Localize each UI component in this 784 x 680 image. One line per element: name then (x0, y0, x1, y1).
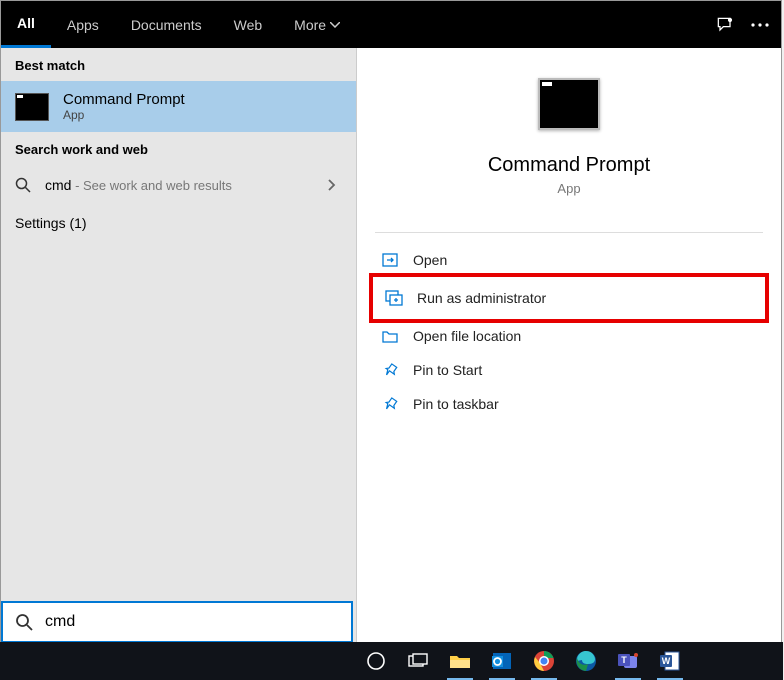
tab-all[interactable]: All (1, 1, 51, 48)
edge-icon[interactable] (565, 642, 607, 680)
search-web-header: Search work and web (1, 132, 356, 165)
open-icon (381, 251, 399, 269)
preview-panel: Command Prompt App Open Run as administr… (357, 48, 781, 677)
admin-icon (385, 289, 403, 307)
chevron-down-icon (330, 22, 340, 28)
action-open-location[interactable]: Open file location (375, 319, 763, 353)
feedback-icon[interactable] (715, 15, 735, 35)
search-input[interactable] (45, 613, 339, 631)
command-prompt-icon (15, 93, 49, 121)
tab-web[interactable]: Web (218, 1, 279, 48)
task-view-icon[interactable] (397, 642, 439, 680)
app-name: Command Prompt (488, 154, 650, 177)
tab-more[interactable]: More (278, 1, 356, 48)
action-pin-taskbar[interactable]: Pin to taskbar (375, 387, 763, 421)
action-open[interactable]: Open (375, 243, 763, 277)
app-type: App (557, 181, 580, 196)
chevron-right-icon (328, 179, 336, 191)
chrome-icon[interactable] (523, 642, 565, 680)
result-subtitle: App (63, 108, 185, 122)
web-hint: - See work and web results (71, 178, 231, 193)
teams-icon[interactable]: T (607, 642, 649, 680)
actions-list: Open Run as administrator Open file loca… (375, 232, 763, 421)
results-panel: Best match Command Prompt App Search wor… (1, 48, 357, 677)
action-run-admin-label: Run as administrator (417, 290, 546, 306)
search-icon (15, 177, 33, 193)
tab-documents[interactable]: Documents (115, 1, 218, 48)
action-run-as-admin[interactable]: Run as administrator (379, 281, 759, 315)
action-open-label: Open (413, 252, 447, 268)
tab-apps[interactable]: Apps (51, 1, 115, 48)
app-icon-large (538, 78, 600, 130)
svg-text:T: T (621, 655, 627, 665)
outlook-icon[interactable] (481, 642, 523, 680)
search-icon (15, 613, 33, 631)
search-filter-tabs: All Apps Documents Web More (1, 1, 781, 48)
taskbar: T W (0, 642, 783, 680)
web-term: cmd (45, 177, 71, 193)
action-pin-taskbar-label: Pin to taskbar (413, 396, 499, 412)
settings-result[interactable]: Settings (1) (1, 205, 356, 241)
folder-icon (381, 327, 399, 345)
action-open-loc-label: Open file location (413, 328, 521, 344)
search-box[interactable] (1, 601, 353, 643)
file-explorer-icon[interactable] (439, 642, 481, 680)
best-match-result[interactable]: Command Prompt App (1, 81, 356, 132)
pin-icon (381, 361, 399, 379)
highlight-annotation: Run as administrator (369, 273, 769, 323)
result-title: Command Prompt (63, 91, 185, 108)
svg-text:W: W (662, 656, 671, 666)
pin-taskbar-icon (381, 395, 399, 413)
tab-more-label: More (294, 17, 326, 33)
options-icon[interactable] (751, 23, 769, 27)
web-result[interactable]: cmd - See work and web results (1, 165, 356, 205)
cortana-icon[interactable] (355, 642, 397, 680)
action-pin-start-label: Pin to Start (413, 362, 482, 378)
word-icon[interactable]: W (649, 642, 691, 680)
action-pin-start[interactable]: Pin to Start (375, 353, 763, 387)
best-match-header: Best match (1, 48, 356, 81)
